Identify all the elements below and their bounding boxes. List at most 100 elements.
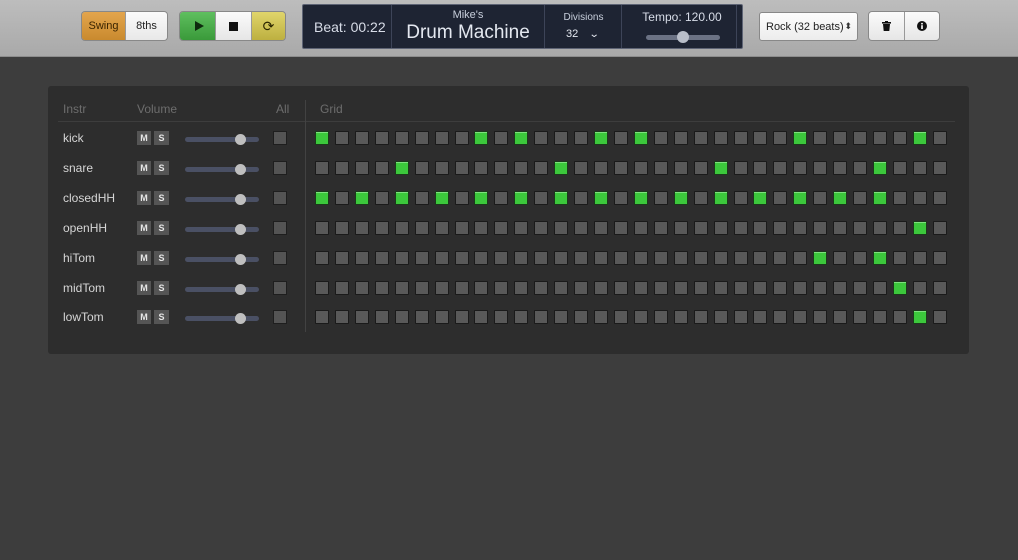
step-cell[interactable] xyxy=(773,310,788,325)
step-cell-active[interactable] xyxy=(315,131,329,145)
step-cell[interactable] xyxy=(454,131,469,145)
step-cell[interactable] xyxy=(514,310,529,325)
step-cell[interactable] xyxy=(753,250,768,265)
step-cell[interactable] xyxy=(454,280,469,295)
step-cell[interactable] xyxy=(892,310,907,325)
solo-button[interactable]: S xyxy=(154,131,169,145)
step-cell[interactable] xyxy=(494,310,509,325)
step-cell[interactable] xyxy=(613,310,628,325)
step-cell[interactable] xyxy=(833,250,848,265)
step-cell[interactable] xyxy=(414,190,429,205)
step-cell[interactable] xyxy=(434,160,449,175)
step-cell[interactable] xyxy=(354,250,369,265)
step-cell[interactable] xyxy=(733,310,748,325)
step-cell-active[interactable] xyxy=(514,131,529,145)
step-cell[interactable] xyxy=(474,310,489,325)
step-cell[interactable] xyxy=(813,280,828,295)
loop-button[interactable]: ⟳ xyxy=(251,12,285,40)
step-cell[interactable] xyxy=(554,280,569,295)
step-cell[interactable] xyxy=(873,220,888,235)
step-cell[interactable] xyxy=(873,310,888,325)
step-cell[interactable] xyxy=(733,160,748,175)
step-cell[interactable] xyxy=(653,250,668,265)
volume-slider[interactable] xyxy=(185,134,259,145)
volume-slider-thumb[interactable] xyxy=(235,253,246,265)
step-cell[interactable] xyxy=(574,280,589,295)
step-cell[interactable] xyxy=(534,220,549,235)
step-cell[interactable] xyxy=(514,160,529,175)
volume-slider[interactable] xyxy=(185,253,259,265)
step-cell[interactable] xyxy=(713,280,728,295)
solo-button[interactable]: S xyxy=(154,280,169,295)
volume-slider-thumb[interactable] xyxy=(235,223,246,235)
step-cell[interactable] xyxy=(315,310,329,325)
step-cell[interactable] xyxy=(434,220,449,235)
volume-slider-thumb[interactable] xyxy=(235,134,246,145)
step-cell[interactable] xyxy=(813,190,828,205)
step-cell[interactable] xyxy=(912,280,927,295)
step-cell[interactable] xyxy=(554,310,569,325)
step-cell[interactable] xyxy=(793,280,808,295)
step-cell[interactable] xyxy=(773,280,788,295)
volume-slider[interactable] xyxy=(185,223,259,235)
step-cell[interactable] xyxy=(494,250,509,265)
step-cell[interactable] xyxy=(414,280,429,295)
volume-slider[interactable] xyxy=(185,313,259,325)
step-cell[interactable] xyxy=(773,190,788,205)
step-cell[interactable] xyxy=(813,220,828,235)
volume-slider-thumb[interactable] xyxy=(235,193,246,205)
step-cell[interactable] xyxy=(594,220,609,235)
step-cell-active[interactable] xyxy=(594,190,609,205)
step-cell-active[interactable] xyxy=(912,310,927,325)
mute-button[interactable]: M xyxy=(137,310,152,325)
solo-button[interactable]: S xyxy=(154,160,169,175)
step-cell[interactable] xyxy=(494,131,509,145)
step-cell[interactable] xyxy=(773,131,788,145)
step-cell[interactable] xyxy=(434,250,449,265)
select-all-checkbox[interactable] xyxy=(273,310,287,325)
step-cell-active[interactable] xyxy=(673,190,688,205)
step-cell[interactable] xyxy=(853,131,868,145)
step-cell[interactable] xyxy=(594,280,609,295)
step-cell[interactable] xyxy=(932,160,947,175)
tempo-slider[interactable] xyxy=(646,31,720,43)
step-cell[interactable] xyxy=(853,280,868,295)
select-all-checkbox[interactable] xyxy=(273,220,287,235)
divisions-select[interactable]: 32 ⌄ xyxy=(566,28,600,40)
step-cell[interactable] xyxy=(693,160,708,175)
solo-button[interactable]: S xyxy=(154,310,169,325)
step-cell[interactable] xyxy=(354,160,369,175)
step-cell[interactable] xyxy=(534,131,549,145)
step-cell[interactable] xyxy=(374,220,389,235)
step-cell[interactable] xyxy=(394,310,409,325)
step-cell[interactable] xyxy=(673,250,688,265)
mute-button[interactable]: M xyxy=(137,190,152,205)
step-cell[interactable] xyxy=(753,131,768,145)
step-cell-active[interactable] xyxy=(873,250,888,265)
volume-slider[interactable] xyxy=(185,193,259,205)
step-cell[interactable] xyxy=(315,250,329,265)
mute-button[interactable]: M xyxy=(137,160,152,175)
step-cell[interactable] xyxy=(653,190,668,205)
step-cell[interactable] xyxy=(534,310,549,325)
step-cell[interactable] xyxy=(733,190,748,205)
step-cell[interactable] xyxy=(932,310,947,325)
step-cell[interactable] xyxy=(693,280,708,295)
step-cell[interactable] xyxy=(514,280,529,295)
step-cell-active[interactable] xyxy=(713,190,728,205)
step-cell[interactable] xyxy=(693,310,708,325)
step-cell[interactable] xyxy=(633,280,648,295)
step-cell[interactable] xyxy=(554,250,569,265)
step-cell[interactable] xyxy=(434,131,449,145)
step-cell[interactable] xyxy=(594,250,609,265)
step-cell[interactable] xyxy=(414,310,429,325)
step-cell[interactable] xyxy=(912,190,927,205)
clear-button[interactable] xyxy=(869,12,904,40)
step-cell[interactable] xyxy=(594,310,609,325)
step-cell[interactable] xyxy=(374,160,389,175)
step-cell[interactable] xyxy=(613,131,628,145)
step-cell-active[interactable] xyxy=(633,131,648,145)
step-cell[interactable] xyxy=(833,131,848,145)
step-cell[interactable] xyxy=(534,250,549,265)
volume-slider-thumb[interactable] xyxy=(235,283,246,295)
